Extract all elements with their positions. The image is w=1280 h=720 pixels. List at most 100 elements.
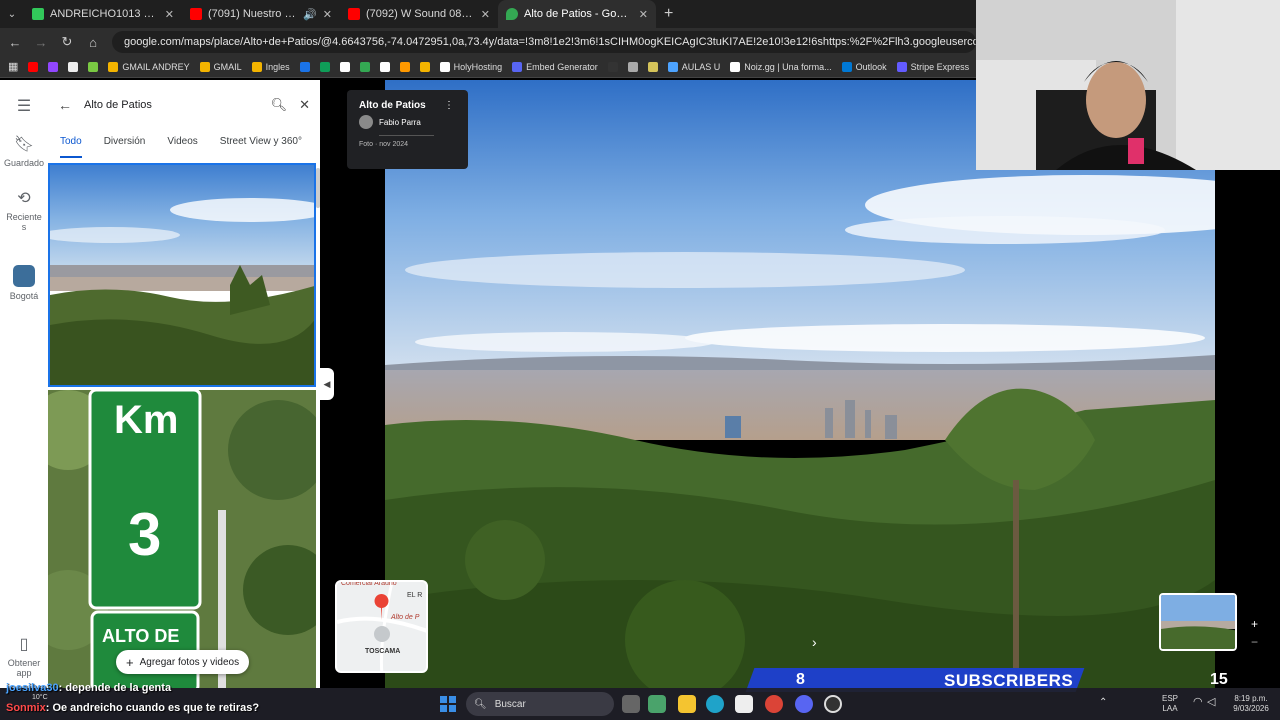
browser-tabbar: ⌄ ANDREICHO1013 Stream - Wa ✕ (7091) Nue… — [0, 0, 976, 28]
tab-favicon-icon — [348, 8, 360, 20]
bookmark-item[interactable]: GMAIL — [199, 61, 242, 72]
file-explorer-icon[interactable] — [678, 695, 696, 713]
next-photo-chevron-icon[interactable]: › — [812, 634, 817, 650]
zoom-out-icon[interactable]: − — [1251, 635, 1258, 649]
photo-thumbnail-selected[interactable] — [48, 163, 316, 387]
maps-side-rail: ☰ 🔖︎ Guardado ⟲ Reciente s Bogotá ▯ Obte… — [0, 80, 48, 688]
bookmark-label: AULAS U — [681, 61, 721, 72]
bookmark-item[interactable] — [627, 61, 638, 72]
sign-place-text: ALTO DE — [102, 626, 180, 646]
tab-street-view[interactable]: Street View y 360° — [220, 136, 302, 160]
bookmark-item[interactable] — [419, 61, 430, 72]
address-bar[interactable]: google.com/maps/place/Alto+de+Patios/@4.… — [112, 31, 976, 53]
chrome-icon[interactable] — [765, 695, 783, 713]
language-indicator[interactable]: ESP LAA — [1162, 694, 1178, 714]
tab-close-icon[interactable]: ✕ — [165, 8, 174, 21]
wifi-icon[interactable]: ◠ — [1193, 697, 1203, 708]
bookmark-favicon-icon — [896, 61, 907, 72]
bookmark-item[interactable]: GMAIL ANDREY — [108, 61, 190, 72]
tab-search-chevron-icon[interactable]: ⌄ — [0, 9, 24, 20]
bookmark-item[interactable]: Noiz.gg | Una forma... — [730, 61, 832, 72]
bookmark-favicon-icon — [108, 61, 119, 72]
clock[interactable]: 8:19 p.m. 9/03/2026 — [1226, 694, 1276, 714]
bookmark-item[interactable]: Embed Generator — [512, 61, 598, 72]
new-tab-icon[interactable]: + — [656, 5, 681, 23]
obs-icon[interactable] — [824, 695, 842, 713]
browser-tab-active[interactable]: Alto de Patios - Google Maps ✕ — [498, 0, 656, 28]
lang-top: ESP — [1162, 694, 1179, 703]
menu-icon[interactable]: ☰ — [0, 96, 48, 120]
more-options-icon[interactable]: ⋮ — [444, 100, 454, 111]
stream-chat-overlay: joesilva30: depende de la genta Sonmix: … — [0, 680, 440, 720]
chat-text: : depende de la genta — [58, 682, 172, 694]
tab-todo[interactable]: Todo — [60, 136, 82, 158]
place-thumbnail-icon — [13, 265, 35, 287]
bookmark-item[interactable] — [319, 61, 330, 72]
recent-button[interactable]: ⟲ Reciente s — [0, 188, 48, 232]
bookmark-item[interactable]: HolyHosting — [439, 61, 502, 72]
task-view-icon[interactable] — [622, 695, 640, 713]
bookmark-item[interactable]: Outlook — [841, 61, 887, 72]
browser-tab[interactable]: (7091) Nuestro Sueño, Grup 🔊 ✕ — [182, 0, 340, 28]
recent-label: Reciente s — [6, 212, 42, 232]
bookmark-item[interactable] — [607, 61, 618, 72]
edge-icon[interactable] — [706, 695, 724, 713]
bookmark-item[interactable] — [359, 61, 370, 72]
photo-thumbnail[interactable]: Km 3 ALTO DE — [48, 390, 316, 688]
recent-place-bogota[interactable]: Bogotá — [0, 265, 48, 301]
zoom-in-icon[interactable]: + — [1251, 617, 1258, 631]
bookmark-item[interactable] — [647, 61, 658, 72]
widgets-icon[interactable] — [648, 695, 666, 713]
close-icon[interactable]: ✕ — [299, 97, 310, 113]
street-view-thumbnail[interactable] — [1159, 593, 1237, 651]
photo-author[interactable]: Fabio Parra — [359, 115, 456, 129]
bookmark-item[interactable] — [28, 61, 39, 72]
discord-icon[interactable] — [795, 695, 813, 713]
saved-button[interactable]: 🔖︎ Guardado — [0, 134, 48, 168]
collapse-panel-chevron-icon[interactable]: ◀ — [320, 368, 334, 400]
minimap[interactable]: Comercial Arauno EL R Alto de P TOSCAMA — [335, 580, 428, 673]
forward-arrow-icon[interactable]: → — [34, 35, 48, 50]
bookmark-item[interactable] — [339, 61, 350, 72]
browser-tab[interactable]: (7092) W Sound 08 "Pico y Cha ✕ — [340, 0, 498, 28]
chat-text: : Oe andreicho cuando es que te retiras? — [45, 702, 260, 714]
bookmark-favicon-icon — [68, 61, 79, 72]
tray-chevron-icon[interactable]: ⌃ — [1099, 698, 1107, 708]
tab-close-icon[interactable]: ✕ — [639, 8, 648, 21]
bookmark-item[interactable] — [299, 61, 310, 72]
search-input[interactable]: Alto de Patios — [84, 99, 259, 111]
taskbar-search-label: Buscar — [494, 698, 526, 710]
bookmark-item[interactable]: Ingles — [251, 61, 290, 72]
bookmark-label: Embed Generator — [526, 61, 598, 72]
bookmark-item[interactable] — [88, 61, 99, 72]
tab-audio-icon[interactable]: 🔊 — [303, 8, 317, 21]
store-icon[interactable] — [735, 695, 753, 713]
bookmark-item[interactable]: Stripe Express — [896, 61, 969, 72]
bookmark-item[interactable] — [48, 61, 59, 72]
reload-icon[interactable]: ↻ — [60, 34, 74, 50]
get-app-button[interactable]: ▯ Obtener app — [0, 634, 48, 678]
bookmark-item[interactable] — [399, 61, 410, 72]
add-photos-button[interactable]: + Agregar fotos y videos — [116, 650, 250, 674]
bookmark-item[interactable] — [379, 61, 390, 72]
history-icon: ⟲ — [17, 190, 31, 207]
apps-grid-icon[interactable]: ▦ — [8, 60, 18, 73]
tab-close-icon[interactable]: ✕ — [481, 8, 490, 21]
photo-place-title[interactable]: Alto de Patios — [359, 100, 456, 111]
back-arrow-icon[interactable]: ← — [58, 97, 72, 113]
bookmark-item[interactable]: AULAS U — [667, 61, 721, 72]
volume-icon[interactable]: ◁ — [1207, 697, 1215, 708]
browser-tab[interactable]: ANDREICHO1013 Stream - Wa ✕ — [24, 0, 182, 28]
tab-close-icon[interactable]: ✕ — [323, 8, 332, 21]
taskbar-search[interactable]: 🔍︎ Buscar — [466, 692, 614, 716]
back-arrow-icon[interactable]: ← — [8, 35, 22, 50]
avatar — [359, 115, 373, 129]
bookmark-item[interactable] — [68, 61, 79, 72]
bookmark-favicon-icon — [607, 61, 618, 72]
tab-diversion[interactable]: Diversión — [104, 136, 146, 160]
main-landscape-photo[interactable] — [385, 80, 1215, 688]
windows-start-icon[interactable] — [440, 696, 456, 712]
home-icon[interactable]: ⌂ — [86, 35, 100, 50]
tab-videos[interactable]: Videos — [167, 136, 197, 160]
search-icon[interactable]: 🔍︎ — [271, 97, 288, 113]
